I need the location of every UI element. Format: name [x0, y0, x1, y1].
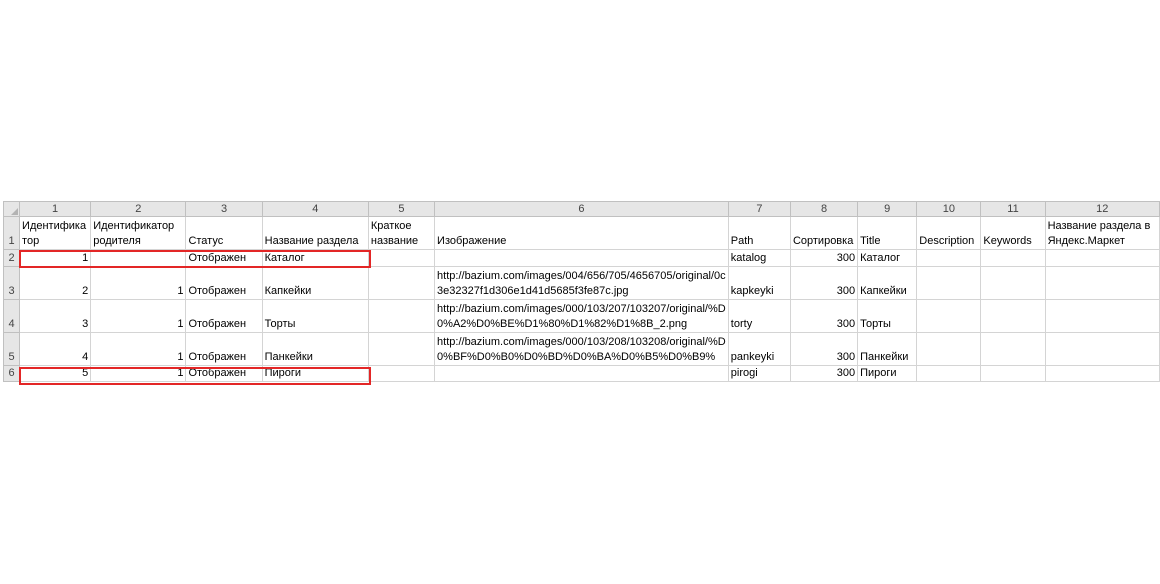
- column-header[interactable]: 4: [261, 201, 369, 217]
- cell[interactable]: Торты: [857, 299, 918, 333]
- table-row: 4 3 1 Отображен Торты http://bazium.com/…: [2, 299, 1160, 333]
- cell[interactable]: pankeyki: [727, 332, 791, 366]
- column-header[interactable]: 9: [857, 201, 918, 217]
- row-header[interactable]: 5: [2, 332, 21, 366]
- cell[interactable]: [434, 365, 729, 382]
- cell[interactable]: kapkeyki: [727, 266, 791, 300]
- column-header[interactable]: 8: [789, 201, 859, 217]
- cell[interactable]: torty: [727, 299, 791, 333]
- cell[interactable]: [434, 249, 729, 267]
- cell[interactable]: Отображен: [185, 299, 263, 333]
- cell[interactable]: 2: [19, 266, 92, 300]
- column-header[interactable]: 11: [980, 201, 1046, 217]
- cell[interactable]: katalog: [727, 249, 791, 267]
- row-header[interactable]: 1: [2, 216, 21, 250]
- column-header-row: 1 2 3 4 5 6 7 8 9 10 11 12: [2, 201, 1160, 217]
- column-header[interactable]: 10: [916, 201, 982, 217]
- select-all-corner[interactable]: [2, 201, 21, 217]
- cell[interactable]: Идентификатор родителя: [90, 216, 187, 250]
- cell[interactable]: [980, 266, 1046, 300]
- column-header[interactable]: 7: [727, 201, 791, 217]
- row-header[interactable]: 3: [2, 266, 21, 300]
- highlight-box-row-6: [19, 367, 371, 385]
- cell[interactable]: 300: [789, 266, 859, 300]
- cell[interactable]: Краткое название: [367, 216, 436, 250]
- cell[interactable]: Капкейки: [261, 266, 369, 300]
- cell[interactable]: Торты: [261, 299, 369, 333]
- cell[interactable]: [367, 266, 436, 300]
- cell[interactable]: Название раздела в Яндекс.Маркет: [1044, 216, 1160, 250]
- table-row: 1 Идентификатор Идентификатор родителя С…: [2, 216, 1160, 250]
- cell[interactable]: [1044, 249, 1160, 267]
- cell[interactable]: http://bazium.com/images/000/103/208/103…: [434, 332, 729, 366]
- column-header[interactable]: 5: [367, 201, 436, 217]
- spreadsheet-grid: 1 2 3 4 5 6 7 8 9 10 11 12 1 Идентификат…: [2, 201, 1160, 382]
- cell[interactable]: [1044, 332, 1160, 366]
- row-header[interactable]: 4: [2, 299, 21, 333]
- cell[interactable]: [367, 249, 436, 267]
- cell[interactable]: [980, 299, 1046, 333]
- cell[interactable]: Капкейки: [857, 266, 918, 300]
- cell[interactable]: 300: [789, 365, 859, 382]
- cell[interactable]: [980, 332, 1046, 366]
- cell[interactable]: http://bazium.com/images/000/103/207/103…: [434, 299, 729, 333]
- cell[interactable]: Панкейки: [261, 332, 369, 366]
- row-header[interactable]: 6: [2, 365, 21, 382]
- cell[interactable]: pirogi: [727, 365, 791, 382]
- cell[interactable]: [980, 365, 1046, 382]
- cell[interactable]: [980, 249, 1046, 267]
- cell[interactable]: 300: [789, 332, 859, 366]
- column-header[interactable]: 12: [1044, 201, 1160, 217]
- column-header[interactable]: 1: [19, 201, 92, 217]
- cell[interactable]: Панкейки: [857, 332, 918, 366]
- cell[interactable]: 3: [19, 299, 92, 333]
- cell[interactable]: http://bazium.com/images/004/656/705/465…: [434, 266, 729, 300]
- cell[interactable]: Изображение: [434, 216, 729, 250]
- cell[interactable]: [367, 299, 436, 333]
- cell[interactable]: Сортировка: [789, 216, 859, 250]
- column-header[interactable]: 6: [434, 201, 729, 217]
- cell[interactable]: 4: [19, 332, 92, 366]
- table-row: 5 4 1 Отображен Панкейки http://bazium.c…: [2, 332, 1160, 366]
- column-header[interactable]: 3: [185, 201, 263, 217]
- cell[interactable]: Идентификатор: [19, 216, 92, 250]
- cell[interactable]: Title: [857, 216, 918, 250]
- cell[interactable]: 1: [90, 332, 187, 366]
- cell[interactable]: [916, 249, 982, 267]
- cell[interactable]: Статус: [185, 216, 263, 250]
- cell[interactable]: 1: [90, 266, 187, 300]
- cell[interactable]: Отображен: [185, 266, 263, 300]
- cell[interactable]: [367, 365, 436, 382]
- cell[interactable]: [367, 332, 436, 366]
- column-header[interactable]: 2: [90, 201, 187, 217]
- cell[interactable]: Отображен: [185, 332, 263, 366]
- cell[interactable]: [916, 266, 982, 300]
- select-all-triangle-icon: [11, 208, 19, 215]
- cell[interactable]: [1044, 299, 1160, 333]
- cell[interactable]: 1: [90, 299, 187, 333]
- cell[interactable]: [916, 299, 982, 333]
- cell[interactable]: Keywords: [980, 216, 1046, 250]
- cell[interactable]: Description: [916, 216, 982, 250]
- highlight-box-row-2: [19, 250, 371, 268]
- table-row: 3 2 1 Отображен Капкейки http://bazium.c…: [2, 266, 1160, 300]
- cell[interactable]: 300: [789, 299, 859, 333]
- cell[interactable]: Path: [727, 216, 791, 250]
- row-header[interactable]: 2: [2, 249, 21, 267]
- cell[interactable]: [916, 332, 982, 366]
- cell[interactable]: Каталог: [857, 249, 918, 267]
- cell[interactable]: 300: [789, 249, 859, 267]
- cell[interactable]: [1044, 266, 1160, 300]
- cell[interactable]: Пироги: [857, 365, 918, 382]
- cell[interactable]: [1044, 365, 1160, 382]
- cell[interactable]: [916, 365, 982, 382]
- cell[interactable]: Название раздела: [261, 216, 369, 250]
